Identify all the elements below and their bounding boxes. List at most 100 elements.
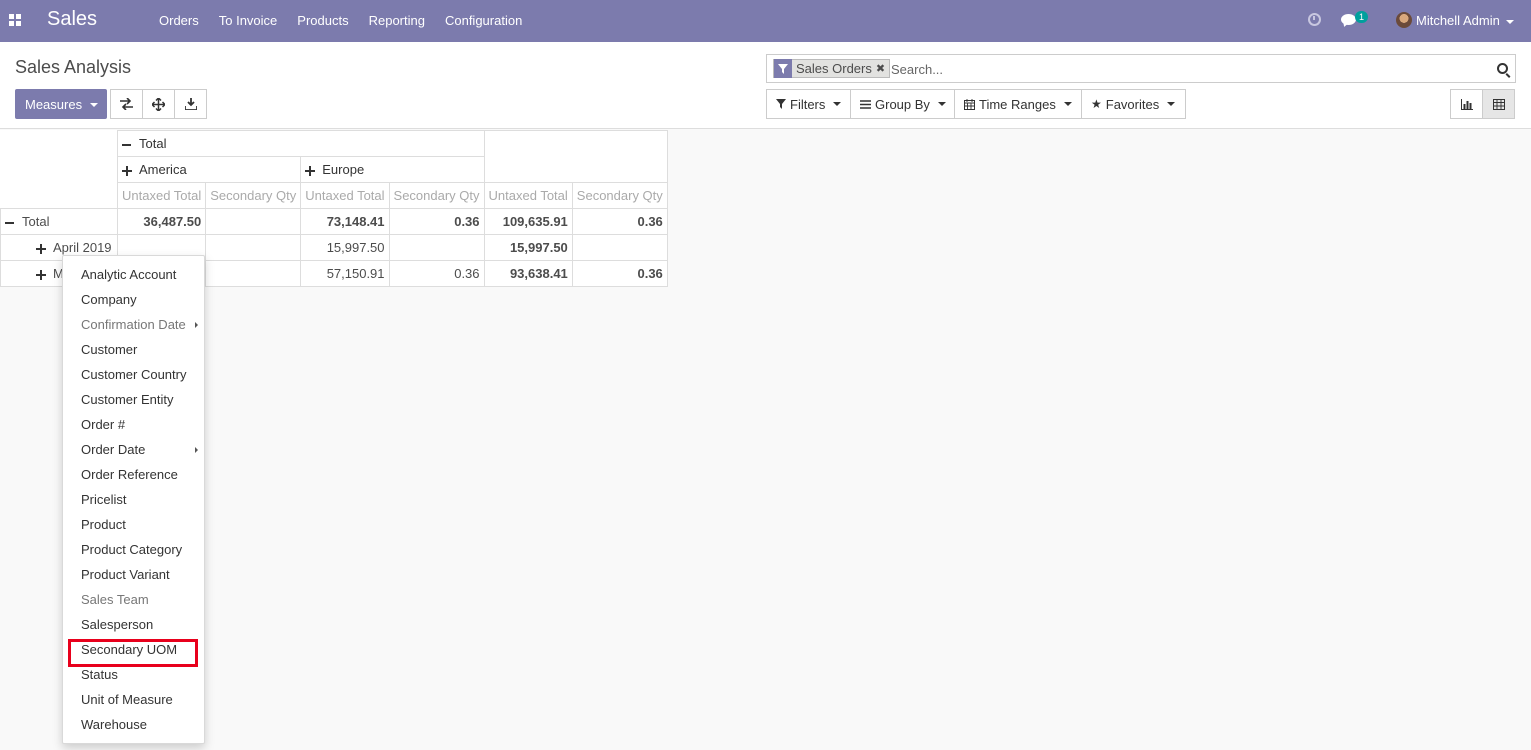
row-header-total[interactable]: Total [0, 208, 118, 235]
menu-item-analytic-account[interactable]: Analytic Account [63, 262, 204, 287]
measure-header[interactable]: Secondary Qty [388, 182, 485, 209]
caret-down-icon [1167, 102, 1176, 106]
row-header-label: Total [22, 214, 50, 229]
bars-icon [860, 99, 871, 109]
measure-header[interactable]: Untaxed Total [300, 182, 390, 209]
pivot-cell[interactable]: 15,997.50 [300, 234, 390, 261]
measures-button[interactable]: Measures [15, 89, 107, 119]
menu-item-order-reference[interactable]: Order Reference [63, 462, 204, 487]
col-header-america[interactable]: America [116, 156, 302, 183]
download-icon [184, 98, 197, 110]
menu-item-label: Order Date [81, 442, 146, 457]
menu-item-confirmation-date[interactable]: Confirmation Date [63, 312, 204, 337]
arrows-move-icon [152, 97, 165, 111]
app-brand[interactable]: Sales [47, 8, 97, 31]
apps-grid-icon[interactable] [9, 14, 21, 26]
menu-item-product-variant[interactable]: Product Variant [63, 562, 204, 587]
exchange-icon [120, 98, 133, 110]
expand-plus-icon [122, 165, 132, 176]
pivot-cell[interactable] [205, 260, 302, 287]
groupby-field-menu: Analytic Account Company Confirmation Da… [62, 255, 205, 744]
download-button[interactable] [174, 89, 207, 119]
close-icon[interactable]: ✖ [876, 62, 889, 75]
pivot-cell[interactable] [571, 234, 668, 261]
favorites-dropdown[interactable]: ★ Favorites [1081, 89, 1187, 119]
pivot-cell[interactable] [388, 234, 485, 261]
main-menu: Orders To Invoice Products Reporting Con… [149, 0, 532, 42]
avatar[interactable] [1396, 12, 1412, 28]
pivot-cell[interactable]: 36,487.50 [116, 208, 207, 235]
menu-item-status[interactable]: Status [63, 662, 204, 687]
facet-label: Sales Orders [796, 61, 872, 76]
pivot-cell[interactable]: 15,997.50 [483, 234, 573, 261]
measure-header[interactable]: Secondary Qty [205, 182, 302, 209]
timeranges-dropdown[interactable]: Time Ranges [954, 89, 1083, 119]
menu-products[interactable]: Products [287, 0, 358, 42]
pivot-view-button[interactable] [1482, 89, 1515, 119]
pivot-cell[interactable]: 0.36 [388, 208, 485, 235]
menu-item-order-date[interactable]: Order Date [63, 437, 204, 462]
activity-clock-icon[interactable] [1308, 13, 1321, 26]
search-bar: Sales Orders ✖ [766, 54, 1516, 83]
user-menu[interactable]: Mitchell Admin [1416, 13, 1514, 28]
collapse-minus-icon [5, 221, 14, 224]
flip-axis-button[interactable] [110, 89, 143, 119]
groupby-dropdown[interactable]: Group By [850, 89, 957, 119]
groupby-label: Group By [875, 96, 930, 112]
pivot-cell[interactable]: 109,635.91 [483, 208, 573, 235]
col-header-label: America [139, 162, 187, 177]
collapse-minus-icon [122, 143, 131, 146]
col-header-total[interactable]: Total [117, 130, 485, 157]
menu-item-unit-of-measure[interactable]: Unit of Measure [63, 687, 204, 712]
caret-right-icon [195, 322, 198, 328]
chat-count-badge: 1 [1355, 11, 1369, 23]
pivot-cell[interactable]: 0.36 [571, 208, 668, 235]
pivot-cell[interactable] [205, 208, 302, 235]
menu-item-pricelist[interactable]: Pricelist [63, 487, 204, 512]
menu-item-sales-team[interactable]: Sales Team [63, 587, 204, 612]
measure-header[interactable]: Untaxed Total [116, 182, 207, 209]
menu-to-invoice[interactable]: To Invoice [209, 0, 288, 42]
menu-item-company[interactable]: Company [63, 287, 204, 312]
measure-header[interactable]: Untaxed Total [483, 182, 573, 209]
pivot-cell[interactable]: 57,150.91 [300, 260, 390, 287]
menu-item-customer-country[interactable]: Customer Country [63, 362, 204, 387]
menu-item-customer-entity[interactable]: Customer Entity [63, 387, 204, 412]
row-header-label: April 2019 [53, 240, 112, 255]
pivot-cell[interactable]: 93,638.41 [483, 260, 573, 287]
search-facet: Sales Orders ✖ [773, 59, 891, 78]
menu-item-warehouse[interactable]: Warehouse [63, 712, 204, 737]
table-icon [1492, 98, 1505, 110]
graph-view-button[interactable] [1450, 89, 1483, 119]
star-icon: ★ [1091, 97, 1102, 111]
col-header-label: Europe [322, 162, 365, 177]
chat-icon[interactable] [1341, 14, 1356, 25]
menu-item-product[interactable]: Product [63, 512, 204, 537]
col-header-europe[interactable]: Europe [300, 156, 485, 183]
pivot-cell[interactable]: 73,148.41 [300, 208, 390, 235]
menu-item-customer[interactable]: Customer [63, 337, 204, 362]
pivot-cell[interactable] [205, 234, 302, 261]
pivot-corner [0, 130, 118, 209]
menu-item-order-number[interactable]: Order # [63, 412, 204, 437]
pivot-cell[interactable]: 0.36 [388, 260, 485, 287]
search-icon[interactable] [1497, 63, 1508, 74]
menu-configuration[interactable]: Configuration [435, 0, 532, 42]
search-input[interactable] [891, 60, 1471, 78]
expand-all-button[interactable] [142, 89, 175, 119]
favorites-label: Favorites [1105, 96, 1160, 112]
filters-dropdown[interactable]: Filters [766, 89, 853, 119]
menu-reporting[interactable]: Reporting [359, 0, 435, 42]
menu-orders[interactable]: Orders [149, 0, 209, 42]
menu-item-salesperson[interactable]: Salesperson [63, 612, 204, 637]
menu-item-product-category[interactable]: Product Category [63, 537, 204, 562]
filters-label: Filters [790, 96, 826, 112]
caret-right-icon [195, 447, 198, 453]
measures-label: Measures [25, 96, 83, 112]
menu-item-secondary-uom[interactable]: Secondary UOM [63, 637, 204, 662]
pivot-cell[interactable]: 0.36 [571, 260, 668, 287]
page-title: Sales Analysis [15, 57, 132, 77]
expand-plus-icon [36, 269, 46, 280]
top-navbar: Sales Orders To Invoice Products Reporti… [0, 0, 1531, 42]
measure-header[interactable]: Secondary Qty [571, 182, 668, 209]
